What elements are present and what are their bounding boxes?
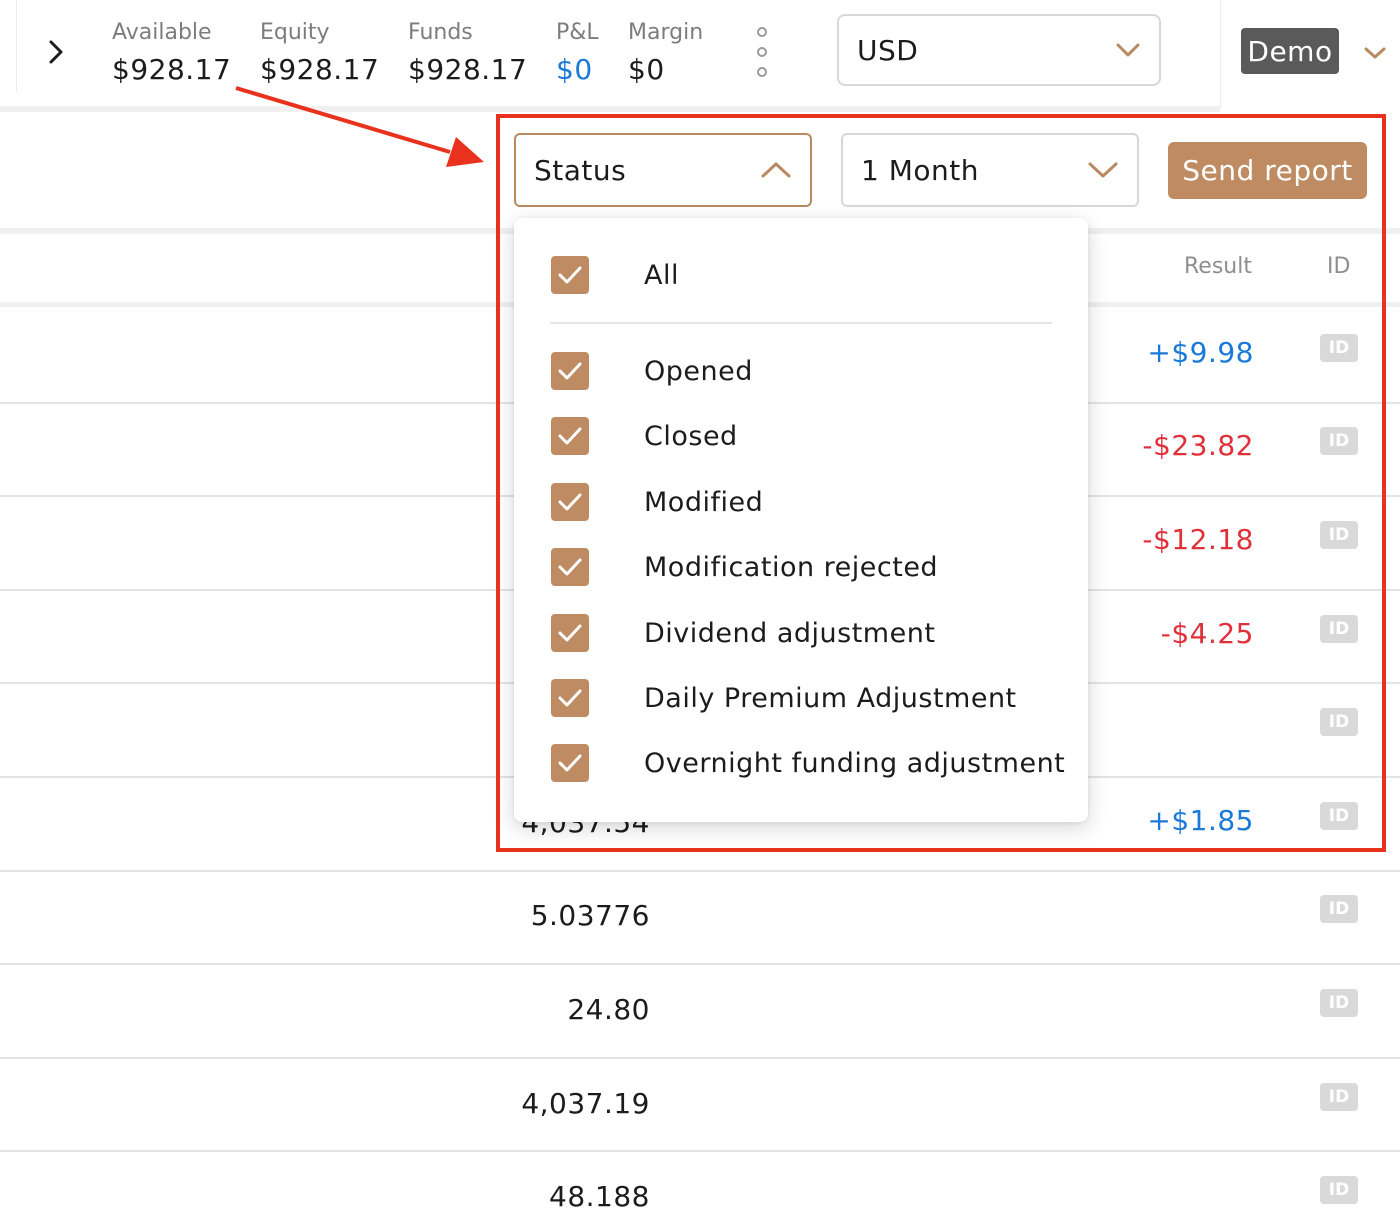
row-divider [0, 870, 1400, 872]
stat-value: $0 [628, 53, 665, 86]
stat-label: Available [112, 20, 212, 45]
id-badge-button[interactable]: ID [1320, 895, 1358, 923]
sidebar-divider [16, 0, 17, 92]
row-divider [0, 963, 1400, 965]
stat-label: P&L [556, 20, 599, 45]
stat-label: Funds [408, 20, 473, 45]
stat-margin: Margin $0 [628, 18, 703, 92]
stat-value: $0 [556, 53, 593, 86]
account-divider [1220, 0, 1221, 108]
stat-label: Equity [260, 20, 330, 45]
chevron-right-icon [49, 40, 63, 64]
more-options-icon[interactable] [752, 27, 772, 77]
row-divider [0, 1057, 1400, 1059]
id-badge-button[interactable]: ID [1320, 989, 1358, 1017]
account-menu-toggle[interactable] [1358, 36, 1392, 70]
account-type-badge[interactable]: Demo [1241, 28, 1339, 74]
table-cell-value: 4,037.19 [521, 1087, 650, 1120]
stat-value: $928.17 [112, 53, 232, 86]
kebab-dot [757, 47, 767, 57]
table-cell-value: 48.188 [549, 1180, 650, 1213]
id-badge-button[interactable]: ID [1320, 1083, 1358, 1111]
kebab-dot [757, 27, 767, 37]
topbar-divider [0, 106, 1220, 112]
currency-select[interactable]: USD [837, 14, 1161, 86]
stat-available: Available $928.17 [112, 18, 231, 92]
chevron-down-icon [1364, 47, 1386, 59]
chevron-down-icon [1116, 43, 1140, 57]
kebab-dot [757, 67, 767, 77]
expand-sidebar-button[interactable] [36, 28, 76, 76]
annotation-highlight-box [496, 114, 1386, 852]
stat-equity: Equity $928.17 [260, 18, 379, 92]
stat-label: Margin [628, 20, 704, 45]
table-cell-value: 5.03776 [530, 899, 650, 932]
stat-funds: Funds $928.17 [408, 18, 527, 92]
table-cell-value: 24.80 [567, 993, 650, 1026]
stat-pnl: P&L $0 [556, 18, 599, 92]
currency-select-value: USD [857, 33, 919, 67]
stat-value: $928.17 [408, 53, 528, 86]
row-divider [0, 1150, 1400, 1152]
id-badge-button[interactable]: ID [1320, 1176, 1358, 1204]
stat-value: $928.17 [260, 53, 380, 86]
